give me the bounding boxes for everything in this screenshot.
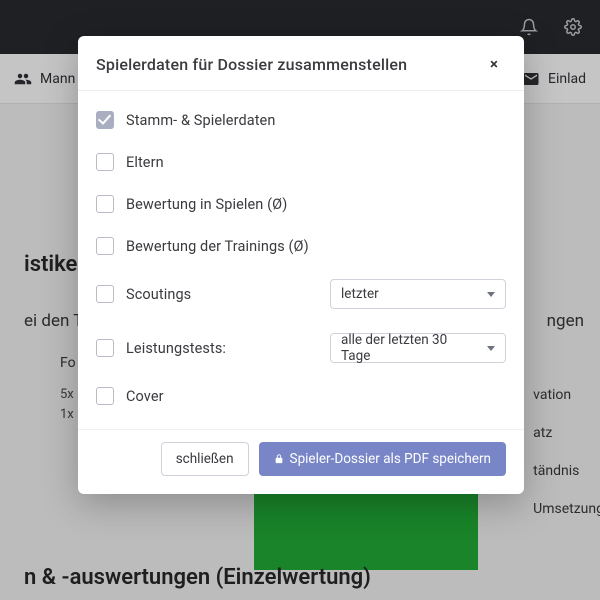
option-bewertung-spiele[interactable]: Bewertung in Spielen (Ø) bbox=[96, 183, 506, 225]
dossier-modal: Spielerdaten für Dossier zusammenstellen… bbox=[78, 36, 524, 494]
save-pdf-button-label: Spieler-Dossier als PDF speichern bbox=[290, 451, 491, 467]
select-leistungstests[interactable]: alle der letzten 30 Tage bbox=[330, 333, 506, 363]
select-leistungstests-value: alle der letzten 30 Tage bbox=[341, 332, 479, 364]
option-stammdaten[interactable]: Stamm- & Spielerdaten bbox=[96, 99, 506, 141]
checkbox-bewertung-training[interactable] bbox=[96, 237, 114, 255]
option-scoutings[interactable]: Scoutings letzter bbox=[96, 267, 506, 321]
checkbox-bewertung-spiele[interactable] bbox=[96, 195, 114, 213]
option-eltern[interactable]: Eltern bbox=[96, 141, 506, 183]
option-label: Bewertung der Trainings (Ø) bbox=[126, 238, 309, 255]
option-label: Leistungstests: bbox=[126, 340, 226, 357]
checkbox-scoutings[interactable] bbox=[96, 285, 114, 303]
close-icon[interactable]: × bbox=[482, 52, 506, 76]
option-label: Cover bbox=[126, 388, 164, 405]
checkbox-cover[interactable] bbox=[96, 387, 114, 405]
checkbox-stammdaten[interactable] bbox=[96, 111, 114, 129]
option-label: Eltern bbox=[126, 154, 164, 171]
option-label: Scoutings bbox=[126, 286, 191, 303]
option-bewertung-training[interactable]: Bewertung der Trainings (Ø) bbox=[96, 225, 506, 267]
lock-icon bbox=[274, 453, 284, 465]
select-scoutings-value: letzter bbox=[341, 286, 379, 302]
checkbox-leistungstests[interactable] bbox=[96, 339, 114, 357]
modal-title: Spielerdaten für Dossier zusammenstellen bbox=[96, 55, 407, 74]
option-cover[interactable]: Cover bbox=[96, 375, 506, 417]
option-label: Stamm- & Spielerdaten bbox=[126, 112, 275, 129]
checkbox-eltern[interactable] bbox=[96, 153, 114, 171]
save-pdf-button[interactable]: Spieler-Dossier als PDF speichern bbox=[259, 442, 506, 476]
option-leistungstests[interactable]: Leistungstests: alle der letzten 30 Tage bbox=[96, 321, 506, 375]
option-label: Bewertung in Spielen (Ø) bbox=[126, 196, 287, 213]
select-scoutings[interactable]: letzter bbox=[330, 279, 506, 309]
close-button-label: schließen bbox=[176, 451, 234, 467]
close-button[interactable]: schließen bbox=[161, 442, 249, 476]
